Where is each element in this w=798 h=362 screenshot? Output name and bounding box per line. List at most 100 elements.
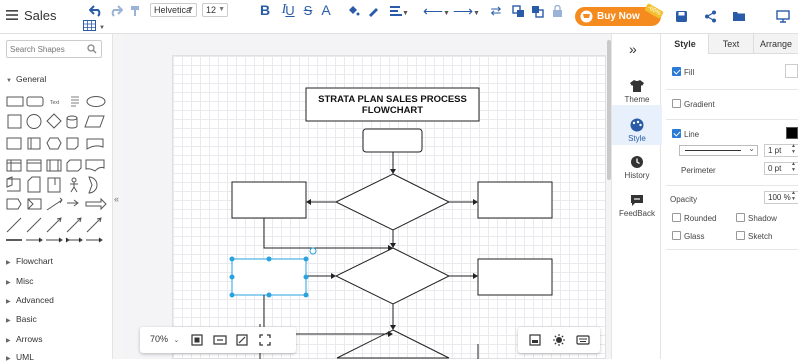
bring-front-icon[interactable] [508,1,528,21]
fullscreen-icon[interactable] [258,333,272,347]
shape-library-panel: ▼General [0,34,113,362]
tab-style[interactable]: Style [662,34,708,54]
glass-checkbox[interactable] [672,231,681,240]
sketch-checkbox[interactable] [736,231,745,240]
right-icon-rail: » Theme Style History FeedBack [611,34,662,359]
process-node-left-2-selected[interactable] [231,258,307,296]
line-label: Line [684,130,700,139]
category-basic[interactable]: ▶ Basic [6,314,37,324]
rail-feedback[interactable]: FeedBack [612,193,662,218]
divider [666,249,798,250]
shuffle-icon[interactable]: ⇄ [486,1,506,21]
rail-history[interactable]: History [612,155,662,180]
actual-size-icon[interactable] [235,333,249,347]
text-shape[interactable]: Text [50,100,60,106]
search-icon [87,44,97,54]
start-node[interactable] [362,128,423,153]
present-icon[interactable] [773,6,793,26]
format-painter-icon[interactable] [125,1,145,21]
chevron-down-icon[interactable]: ▼ [473,10,480,17]
search-shapes-box[interactable] [6,40,102,58]
stepper-arrows-icon[interactable]: ▲ ▼ [791,161,796,173]
send-back-icon[interactable] [527,1,547,21]
decision-node-1[interactable] [334,173,451,231]
arrow-left-icon[interactable]: ⟵ [423,1,443,21]
font-size-select[interactable]: 12 ▼ [202,3,228,17]
image-icon[interactable] [528,333,542,347]
category-advanced[interactable]: ▶ Advanced [6,295,54,305]
shirt-icon [630,80,644,92]
strikethrough-icon[interactable]: S [298,0,318,20]
rotate-handle[interactable] [309,247,317,255]
chevron-down-icon[interactable]: ▼ [99,25,105,31]
bold-icon[interactable]: B [255,0,275,20]
fill-checkbox[interactable] [672,67,681,76]
menu-icon[interactable] [6,10,18,20]
search-input[interactable] [10,43,82,55]
category-arrows[interactable]: ▶ Arrows [6,334,42,344]
divider [666,185,798,186]
table-insert-icon[interactable] [83,20,97,33]
process-node-right-1[interactable] [477,181,553,219]
clock-icon [631,156,643,168]
save-icon[interactable] [671,6,691,26]
rail-style[interactable]: Style [612,118,662,143]
chevron-down-icon: ⌄ [748,144,755,153]
gradient-checkbox[interactable] [672,99,681,108]
arrow-right-icon[interactable]: ⟶ [453,1,473,21]
fill-label: Fill [684,68,695,77]
general-shapes-grid[interactable]: Text [0,89,113,244]
diagram-title-line1: STRATA PLAN SALES PROCESS [318,94,467,105]
opacity-label: Opacity [670,195,698,204]
line-color-swatch[interactable] [786,127,798,139]
shadow-checkbox[interactable] [736,213,745,222]
category-general[interactable]: ▼ General [6,74,46,84]
divider [666,89,798,90]
rail-theme[interactable]: Theme [612,79,662,104]
category-flowchart[interactable]: ▶ Flowchart [6,256,53,266]
share-icon[interactable] [700,6,720,26]
expand-panel-icon[interactable]: » [629,41,637,57]
fill-color-icon[interactable] [343,1,363,21]
zoom-toolbar: 70% ⌄ [140,327,296,353]
theme-light-icon[interactable] [552,333,566,347]
tab-text[interactable]: Text [708,34,753,54]
category-misc[interactable]: ▶ Misc [6,276,33,286]
underline-icon[interactable]: U [280,0,300,20]
keyboard-icon[interactable] [576,333,590,347]
flowchart-diagram[interactable]: STRATA PLAN SALES PROCESS FLOWCHART [123,34,611,359]
process-node-right-2[interactable] [477,258,553,296]
fit-width-icon[interactable] [213,333,227,347]
line-style-select[interactable]: ⌄ [679,144,758,156]
glass-label: Glass [684,232,705,241]
panel-collapse-gutter[interactable]: « [113,34,123,359]
redo-icon[interactable] [106,1,126,21]
zoom-select[interactable]: 70% ⌄ [150,334,179,344]
chevron-down-icon: ▼ [187,6,194,13]
rounded-label: Rounded [684,214,717,223]
diagram-title-line2: FLOWCHART [362,105,423,116]
font-color-icon[interactable]: A [316,0,336,20]
fit-page-icon[interactable] [190,333,204,347]
stepper-arrows-icon[interactable]: ▲ ▼ [791,143,796,155]
tab-arrange[interactable]: Arrange [753,34,798,54]
palette-icon [630,118,644,132]
process-node-left-1[interactable] [231,181,307,219]
format-panel: Style Text Arrange Fill Gradient Line ⌄ … [662,34,798,359]
stepper-arrows-icon[interactable]: ▲ ▼ [791,190,796,202]
chevron-down-icon[interactable]: ▼ [443,10,450,17]
document-title[interactable]: Sales [24,8,57,23]
rounded-checkbox[interactable] [672,213,681,222]
category-uml[interactable]: ▶ UML [6,352,34,362]
line-color-icon[interactable] [363,1,383,21]
caret-right-icon: ▶ [6,338,11,344]
fill-color-swatch[interactable] [785,64,798,78]
decision-node-2[interactable] [334,247,451,305]
lock-icon[interactable] [547,1,567,21]
line-checkbox[interactable] [672,129,681,138]
chevron-down-icon[interactable]: ▼ [402,10,409,17]
font-family-select[interactable]: Helvetica ▼ [150,3,197,17]
folder-icon[interactable] [729,6,749,26]
collapse-left-icon[interactable]: « [114,194,119,204]
undo-icon[interactable] [86,1,106,21]
